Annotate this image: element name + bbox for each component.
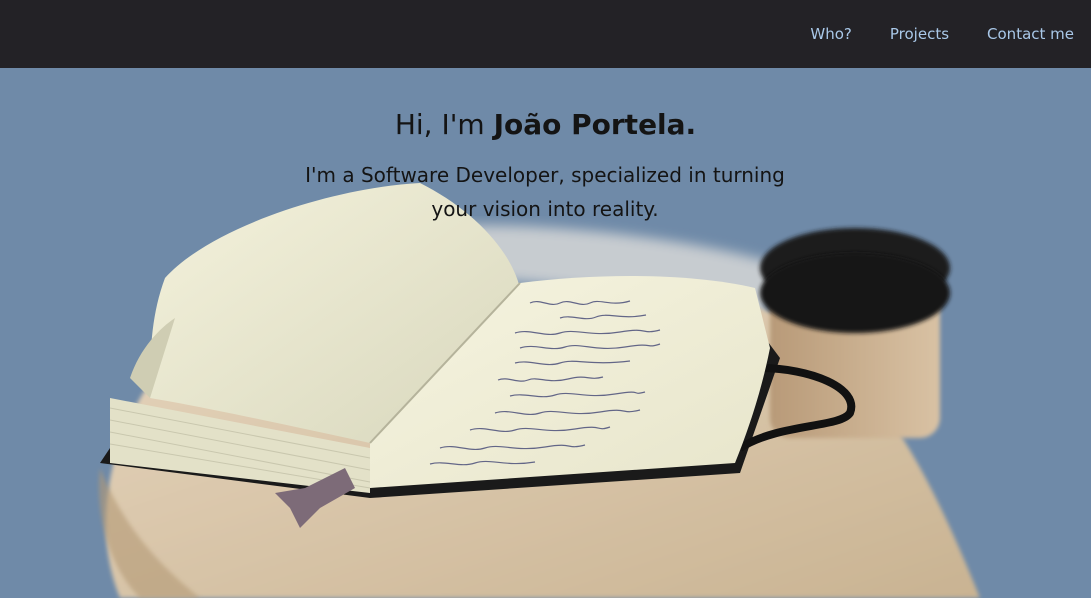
- nav-link-projects[interactable]: Projects: [890, 25, 949, 43]
- person-name: João Portela: [493, 108, 686, 141]
- hero-tagline: I'm a Software Developer, specialized in…: [305, 163, 785, 221]
- top-navbar: Who? Projects Contact me: [0, 0, 1091, 68]
- nav-links: Who? Projects Contact me: [772, 0, 1074, 68]
- nav-link-who[interactable]: Who?: [810, 25, 851, 43]
- nav-link-contact[interactable]: Contact me: [987, 25, 1074, 43]
- hero-section: Hi, I'm João Portela. I'm a Software Dev…: [0, 68, 1091, 598]
- notebook-photo-image: [99, 183, 981, 598]
- greeting-suffix: .: [685, 108, 697, 141]
- greeting-prefix: Hi, I'm: [394, 108, 494, 141]
- hero-headline: Hi, I'm João Portela.: [0, 108, 1091, 141]
